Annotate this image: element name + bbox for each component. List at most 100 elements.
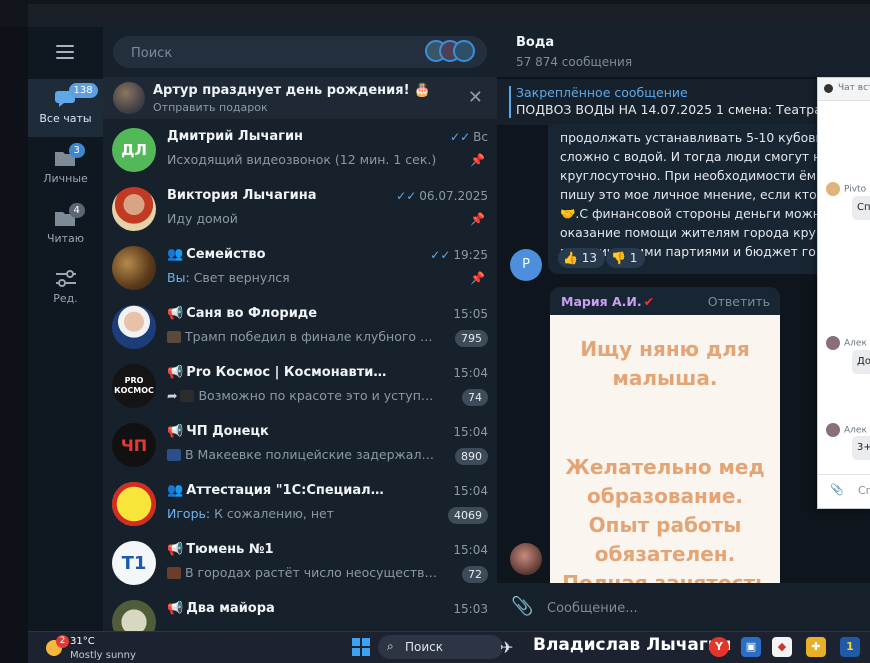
birthday-banner[interactable]: Артур празднует день рождения! 🎂 Отправи…: [103, 77, 497, 119]
chat-name: 👥 Семейство: [167, 247, 266, 262]
chat-row[interactable]: 📢 Два майора 15:03: [103, 593, 497, 631]
folder-personal[interactable]: 3 Личные: [28, 139, 103, 197]
chat-preview: Вы: Свет вернулся: [167, 270, 290, 285]
taskbar-search[interactable]: ⌕ Поиск: [378, 635, 503, 659]
folder-label: Личные: [43, 172, 88, 185]
avatar: ДЛ: [112, 128, 156, 172]
unread-badge: 795: [455, 330, 488, 347]
sender-name[interactable]: Мария А.И. ✔: [561, 294, 654, 309]
attach-icon: 📎: [830, 483, 844, 496]
folder-icon: 4: [53, 203, 85, 229]
avatar: [112, 246, 156, 290]
unread-badge: 72: [462, 566, 488, 583]
chat-name: 📢 Тюмень №1: [167, 542, 274, 557]
chat-row[interactable]: PRO КОСМОС 📢Pro Космос | Космонавтика и …: [103, 357, 497, 416]
eye-icon: [824, 84, 833, 93]
chat-title: Вода: [516, 35, 555, 50]
app-icon[interactable]: 1: [840, 637, 860, 657]
send-gift-link[interactable]: Отправить подарок: [153, 101, 268, 114]
pinned-message[interactable]: Закреплённое сообщение ПОДВОЗ ВОДЫ НА 14…: [497, 78, 870, 125]
chat-name: 👥Аттестация "1С:Специалист по платфор...: [167, 483, 392, 498]
folder-all-chats[interactable]: 138 Все чаты: [28, 79, 103, 137]
popup-item[interactable]: Pivto: [826, 182, 866, 196]
pin-icon: 📌: [470, 153, 485, 167]
folder-badge: 138: [68, 83, 98, 98]
group-icon: 👥: [167, 483, 184, 498]
close-icon[interactable]: ✕: [468, 87, 483, 108]
weather-badge: 2: [56, 635, 69, 648]
group-icon: 👥: [167, 247, 184, 262]
chat-time: 15:04: [453, 425, 488, 439]
chat-row[interactable]: 👥 Семейство ✓✓ 19:25 Вы: Свет вернулся 📌: [103, 239, 497, 298]
reply-button[interactable]: Ответить: [708, 294, 770, 309]
chat-preview: В городах растёт число неосуществленных.…: [167, 565, 437, 580]
popup-item[interactable]: Алек: [826, 336, 867, 350]
chat-name: 📢 Саня во Флориде: [167, 306, 318, 321]
folder-label: Ред.: [53, 292, 78, 305]
avatar: T1: [112, 541, 156, 585]
search-icon: ⌕: [387, 639, 394, 653]
chat-row[interactable]: 📢 Саня во Флориде 15:05 Трамп победил в ф…: [103, 298, 497, 357]
chat-row[interactable]: Виктория Лычагина ✓✓ 06.07.2025 Иду домой…: [103, 180, 497, 239]
chat-list: Артур празднует день рождения! 🎂 Отправи…: [103, 27, 497, 631]
chat-time: 15:04: [453, 543, 488, 557]
chat-header[interactable]: Вода 57 874 сообщения: [497, 27, 870, 77]
weather-widget[interactable]: 2 31°C Mostly sunny: [46, 634, 166, 662]
weather-text: Mostly sunny: [70, 650, 136, 661]
chat-preview: В Макеевке полицейские задержали 3...: [167, 447, 437, 462]
channel-icon: 📢: [167, 424, 184, 439]
chat-preview: Исходящий видеозвонок (12 мин. 1 сек.): [167, 152, 437, 167]
chat-time: 06.07.2025: [419, 189, 488, 203]
popup-message: Спі: [852, 196, 870, 220]
chat-time: 15:03: [453, 602, 488, 616]
read-ticks-icon: ✓✓: [450, 130, 471, 144]
chat-row[interactable]: T1 📢 Тюмень №1 15:04 В городах растёт чис…: [103, 534, 497, 593]
read-ticks-icon: ✓✓: [430, 248, 451, 262]
popup-message: До: [852, 350, 870, 374]
avatar[interactable]: P: [510, 249, 542, 281]
app-icon[interactable]: ✚: [806, 637, 826, 657]
folder-edit[interactable]: Ред.: [28, 259, 103, 317]
popup-item[interactable]: Алек: [826, 423, 867, 437]
reaction-thumbs-up[interactable]: 👍 13: [558, 248, 606, 268]
poster-image[interactable]: Ищу няню для малыша. Желательно мед обра…: [550, 315, 780, 597]
chat-preview: Игорь: К сожалению, нет: [167, 506, 334, 521]
yandex-browser-icon[interactable]: Y: [709, 637, 729, 657]
chat-preview: Трамп победил в финале клубного чемпи...: [167, 329, 437, 344]
avatar: [112, 482, 156, 526]
message-bubble[interactable]: Мария А.И. ✔ Ответить Ищу няню для малыша…: [550, 287, 780, 597]
chat-row[interactable]: ДЛ Дмитрий Лычагин ✓✓ Вс Исходящий видеоз…: [103, 121, 497, 180]
menu-icon[interactable]: [56, 45, 74, 59]
message-input[interactable]: [545, 597, 849, 619]
search-bar[interactable]: [113, 36, 487, 68]
app-icon[interactable]: ◆: [772, 637, 792, 657]
chat-row[interactable]: 👥Аттестация "1С:Специалист по платфор...…: [103, 475, 497, 534]
avatar: [113, 82, 145, 114]
chat-popup[interactable]: Чат встр Pivto Спі Алек До Алек 3+ 📎Спр: [817, 77, 870, 509]
unread-badge: 890: [455, 448, 488, 465]
folder-label: Все чаты: [39, 112, 92, 125]
popup-composer[interactable]: 📎Спр: [818, 474, 870, 508]
airplane-icon: ✈: [500, 638, 514, 657]
chat-name: 📢Pro Космос | Космонавтика и астрофизи..…: [167, 365, 392, 380]
avatar: [112, 600, 156, 631]
chat-time: 15:05: [453, 307, 488, 321]
stories-avatars[interactable]: [425, 40, 481, 64]
attach-icon[interactable]: 📎: [511, 596, 533, 617]
chat-time: 19:25: [453, 248, 488, 262]
folder-label: Читаю: [46, 232, 85, 245]
pin-icon: 📌: [470, 271, 485, 285]
chat-row[interactable]: ЧП 📢 ЧП Донецк 15:04 В Макеевке полицейск…: [103, 416, 497, 475]
chat-name: 📢 ЧП Донецк: [167, 424, 269, 439]
windows-start-icon[interactable]: [352, 638, 370, 656]
temperature: 31°C: [70, 636, 95, 647]
pinned-label: Закреплённое сообщение: [516, 85, 688, 100]
app-icon[interactable]: ▣: [741, 637, 761, 657]
avatar: PRO КОСМОС: [112, 364, 156, 408]
message-composer: 📎: [497, 583, 870, 631]
reaction-thumbs-down[interactable]: 👎 1: [606, 248, 646, 268]
search-input[interactable]: [129, 43, 393, 63]
chat-time: 15:04: [453, 366, 488, 380]
avatar[interactable]: [510, 543, 542, 575]
folder-reading[interactable]: 4 Читаю: [28, 199, 103, 257]
